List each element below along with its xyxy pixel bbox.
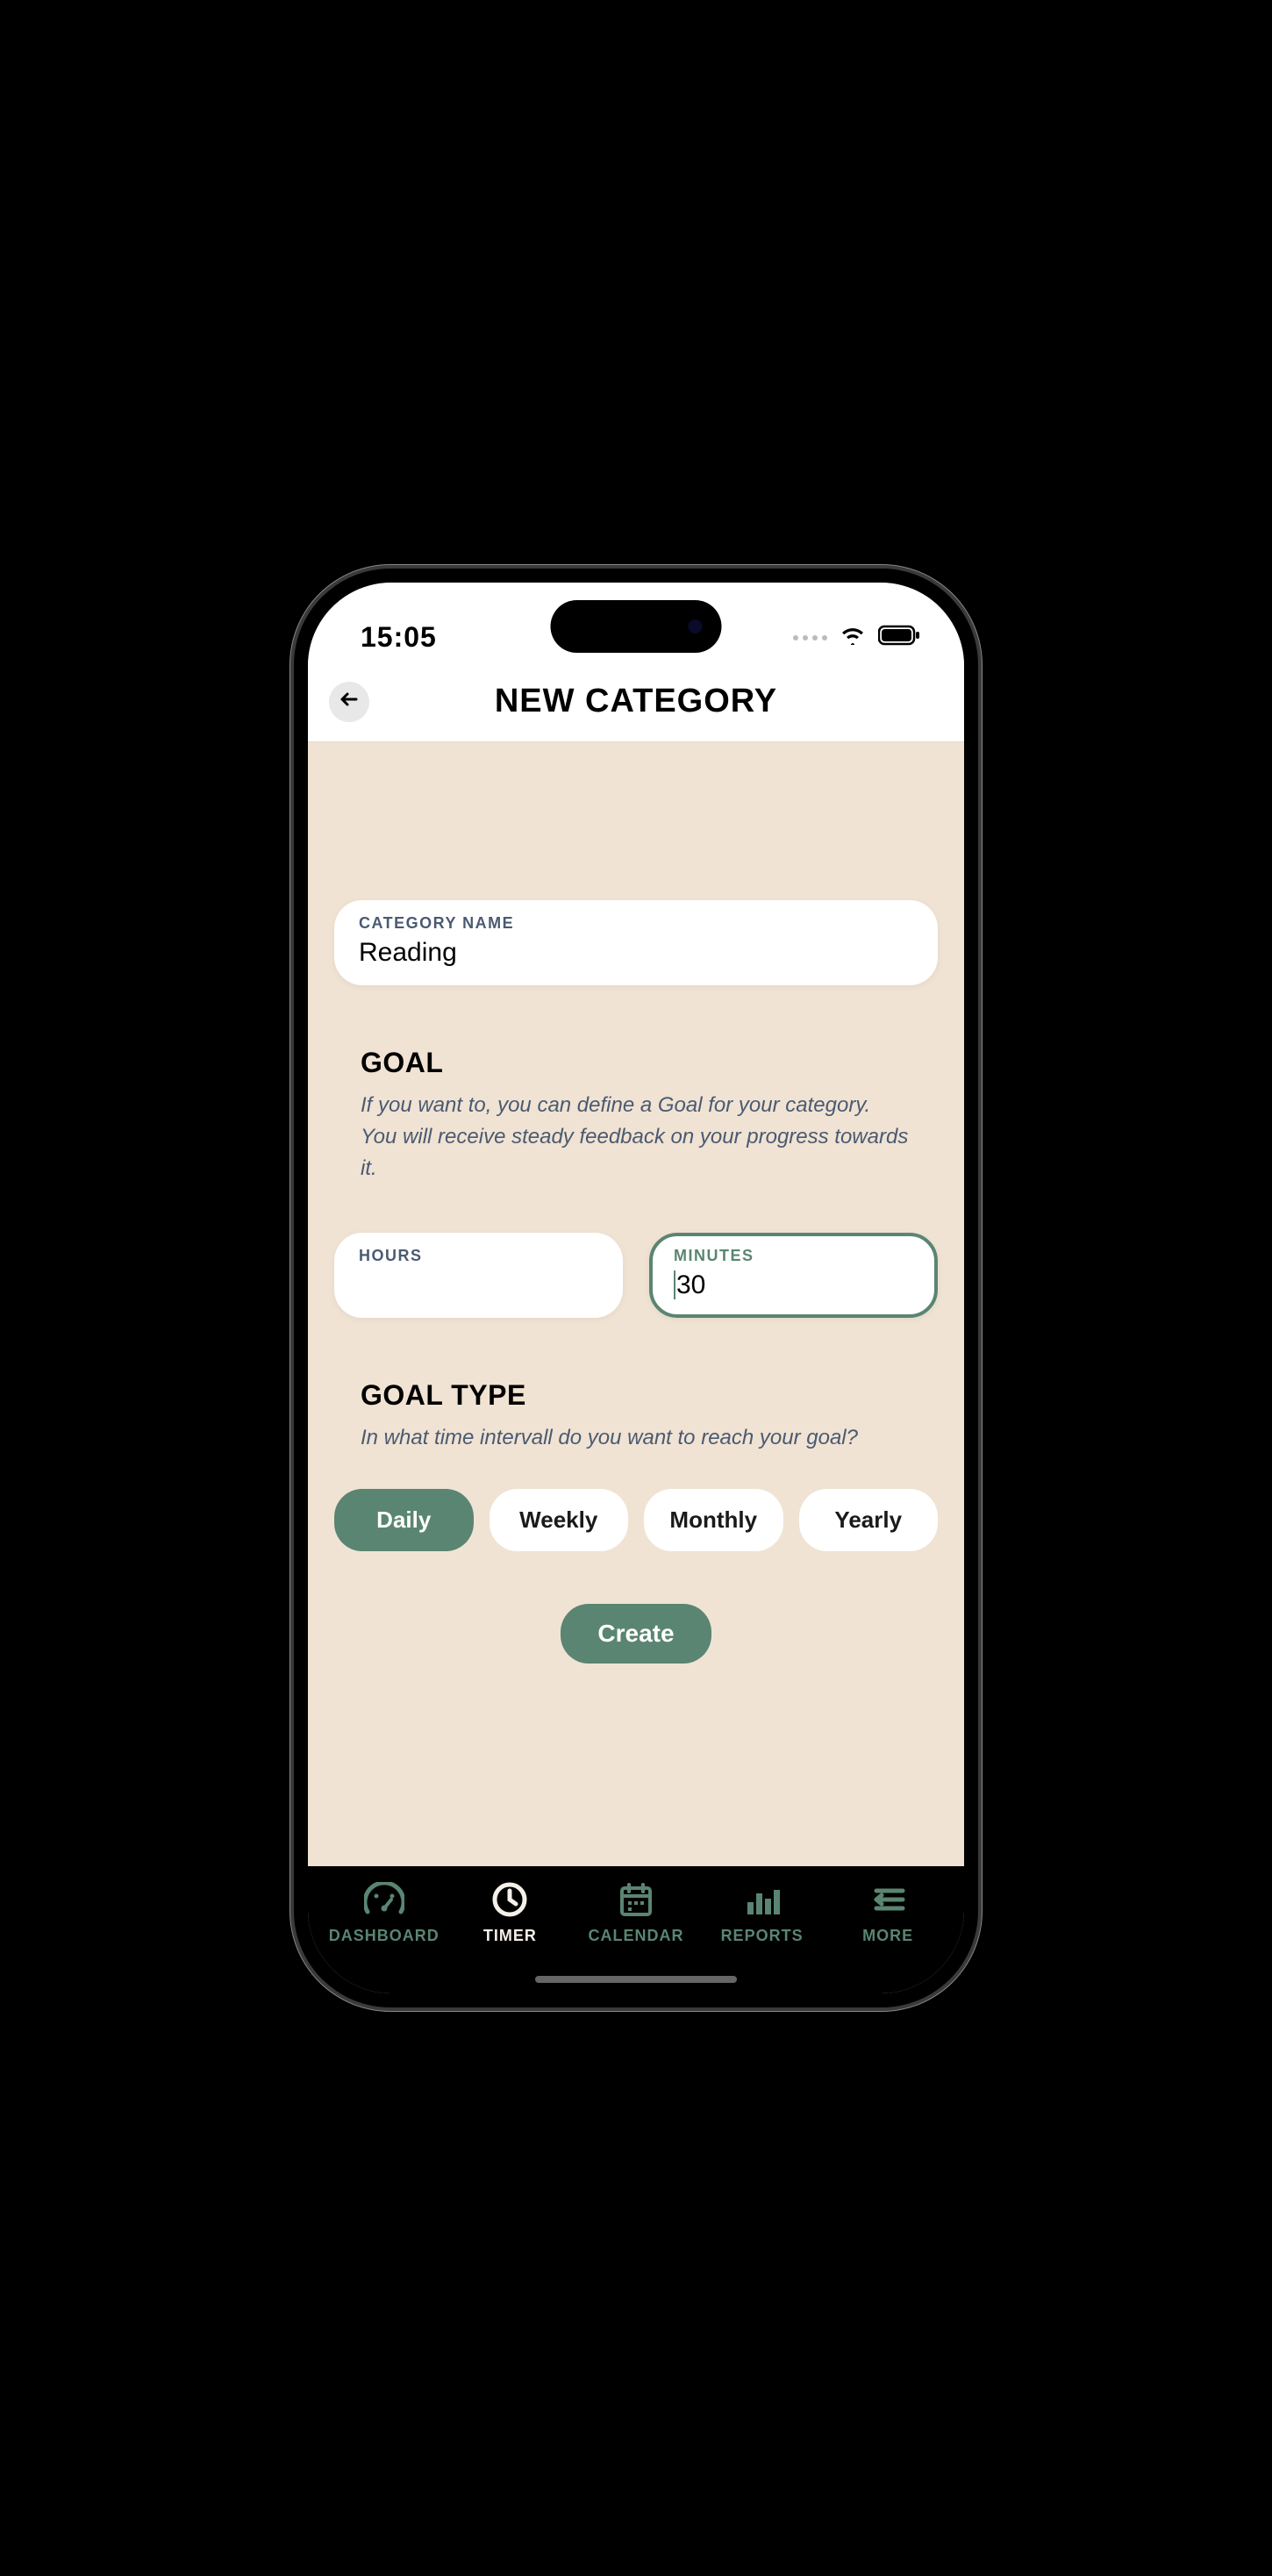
chip-weekly[interactable]: Weekly — [490, 1489, 629, 1551]
goal-type-desc: In what time intervall do you want to re… — [361, 1422, 911, 1454]
category-name-field[interactable]: CATEGORY NAME Reading — [334, 900, 938, 985]
tab-calendar-label: CALENDAR — [588, 1927, 683, 1945]
tab-dashboard[interactable]: DASHBOARD — [327, 1881, 441, 1945]
tab-dashboard-label: DASHBOARD — [329, 1927, 439, 1945]
minutes-value: 30 — [674, 1270, 913, 1300]
header: NEW CATEGORY — [308, 670, 964, 742]
home-indicator[interactable] — [535, 1976, 737, 1983]
minutes-label: MINUTES — [674, 1247, 913, 1265]
battery-icon — [878, 625, 920, 650]
goal-heading: GOAL — [361, 1047, 938, 1079]
hours-label: HOURS — [359, 1247, 598, 1265]
tab-more-label: MORE — [862, 1927, 913, 1945]
tab-reports-label: REPORTS — [721, 1927, 804, 1945]
create-button[interactable]: Create — [561, 1604, 711, 1664]
goal-type-chips: Daily Weekly Monthly Yearly — [334, 1489, 938, 1551]
tab-calendar[interactable]: CALENDAR — [579, 1881, 693, 1945]
status-indicators — [793, 625, 920, 650]
back-button[interactable] — [329, 682, 369, 722]
content: CATEGORY NAME Reading GOAL If you want t… — [308, 742, 964, 1866]
category-name-label: CATEGORY NAME — [359, 914, 913, 933]
dynamic-island — [551, 600, 722, 653]
wifi-icon — [840, 626, 866, 649]
screen: 15:05 NEW CATEGORY — [308, 583, 964, 1993]
tab-bar: DASHBOARD TIMER CALENDAR REPORTS — [308, 1866, 964, 1993]
page-title: NEW CATEGORY — [329, 683, 943, 720]
calendar-icon — [618, 1881, 654, 1918]
clock-icon — [491, 1881, 528, 1918]
arrow-left-icon — [339, 689, 360, 714]
phone-frame: 15:05 NEW CATEGORY — [294, 569, 978, 2007]
status-time: 15:05 — [361, 621, 437, 654]
menu-icon — [869, 1881, 906, 1918]
bar-chart-icon — [744, 1881, 781, 1918]
chip-daily[interactable]: Daily — [334, 1489, 474, 1551]
goal-desc: If you want to, you can define a Goal fo… — [361, 1090, 911, 1184]
tab-timer[interactable]: TIMER — [453, 1881, 567, 1945]
chip-yearly[interactable]: Yearly — [799, 1489, 939, 1551]
category-name-value: Reading — [359, 938, 913, 968]
chip-monthly[interactable]: Monthly — [644, 1489, 783, 1551]
tab-timer-label: TIMER — [483, 1927, 537, 1945]
tab-more[interactable]: MORE — [831, 1881, 945, 1945]
minutes-field[interactable]: MINUTES 30 — [649, 1233, 938, 1318]
gauge-icon — [364, 1881, 404, 1918]
tab-reports[interactable]: REPORTS — [705, 1881, 819, 1945]
cellular-dots-icon — [793, 635, 827, 640]
goal-type-heading: GOAL TYPE — [361, 1379, 938, 1412]
hours-field[interactable]: HOURS — [334, 1233, 623, 1318]
